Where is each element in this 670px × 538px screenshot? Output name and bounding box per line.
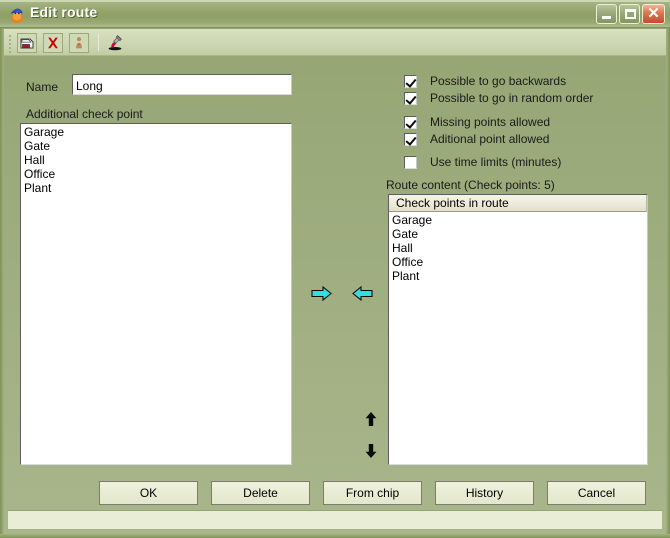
cancel-button[interactable]: Cancel [547,481,646,505]
name-label: Name [26,80,59,94]
route-content-label: Route content (Check points: 5) [386,178,555,192]
toolbar-grip[interactable] [9,35,12,53]
history-button[interactable]: History [435,481,534,505]
status-bar [7,510,663,530]
window-edge-right [666,28,670,538]
user-info-button[interactable] [69,33,89,53]
checkbox-label-missing-points: Missing points allowed [430,115,551,129]
hammer-icon [108,35,122,51]
minimize-icon [602,16,611,19]
close-icon: ✕ [647,5,660,22]
checkbox-backwards[interactable] [404,74,417,88]
ok-button-label: OK [139,486,158,500]
checkbox-label-additional-point: Aditional point allowed [430,132,550,146]
name-input[interactable] [72,74,292,95]
checkbox-row-random-order[interactable]: Possible to go in random order [404,91,593,105]
additional-check-point-label: Additional check point [26,107,143,121]
title-bar-highlight [0,0,670,2]
route-content-list[interactable]: Check points in route Garage Gate Hall Offi… [388,194,648,465]
checkbox-label-random-order: Possible to go in random order [430,91,594,105]
cancel-button-label: Cancel [577,486,616,500]
route-list-item[interactable]: Garage [391,213,647,227]
checkbox-label-time-limits: Use time limits (minutes) [430,155,562,169]
history-button-label: History [465,486,504,500]
move-up-button[interactable] [364,411,378,432]
column-header-check-points-in-route[interactable]: Check points in route [389,195,647,212]
arrow-right-icon [311,285,332,302]
additional-list-item[interactable]: Gate [23,139,291,153]
toolbar-separator [98,34,99,51]
ok-button[interactable]: OK [99,481,198,505]
tools-button[interactable] [105,33,125,53]
checkbox-label-backwards: Possible to go backwards [430,74,567,88]
route-list-item[interactable]: Office [391,255,647,269]
delete-button[interactable] [43,33,63,53]
checkbox-missing-points[interactable] [404,115,417,129]
arrow-up-icon [365,412,377,426]
additional-list-item[interactable]: Office [23,167,291,181]
maximize-icon [625,9,636,19]
window-title: Edit route [30,4,98,20]
maximize-button[interactable] [619,4,640,24]
route-list-items: Garage Gate Hall Office Plant [389,212,647,283]
arrow-down-icon [365,444,377,458]
checkbox-random-order[interactable] [404,91,417,105]
move-down-button[interactable] [364,443,378,464]
edit-route-window: Edit route ✕ Name Long Additional check … [0,0,670,538]
route-list-item[interactable]: Gate [391,227,647,241]
checkbox-row-backwards[interactable]: Possible to go backwards [404,74,566,88]
delete-button-bottom[interactable]: Delete [211,481,310,505]
window-edge-left [0,28,4,538]
additional-list-items: Garage Gate Hall Office Plant [21,124,291,195]
checkbox-time-limits[interactable] [404,155,417,169]
save-button[interactable] [17,33,37,53]
remove-from-route-button[interactable] [352,285,373,306]
user-info-icon [76,37,82,49]
checkbox-row-additional-point[interactable]: Aditional point allowed [404,132,549,146]
from-chip-button-label: From chip [345,486,400,500]
additional-list-item[interactable]: Plant [23,181,291,195]
title-bar: Edit route ✕ [0,0,670,28]
toolbar [4,29,666,56]
route-list-item[interactable]: Hall [391,241,647,255]
close-button[interactable]: ✕ [642,4,665,24]
additional-list-item[interactable]: Garage [23,125,291,139]
minimize-button[interactable] [596,4,617,24]
save-icon [20,38,34,49]
route-list-header: Check points in route [389,195,647,212]
delete-button-label: Delete [243,486,278,500]
additional-list-item[interactable]: Hall [23,153,291,167]
window-controls: ✕ [596,4,665,24]
window-edge-bottom [0,534,670,538]
checkbox-row-time-limits[interactable]: Use time limits (minutes) [404,155,561,169]
checkbox-row-missing-points[interactable]: Missing points allowed [404,115,550,129]
route-list-item[interactable]: Plant [391,269,647,283]
arrow-left-icon [352,285,373,302]
add-to-route-button[interactable] [311,285,332,306]
additional-check-point-list[interactable]: Garage Gate Hall Office Plant [20,123,292,465]
person-hat-icon [11,8,23,23]
from-chip-button[interactable]: From chip [323,481,422,505]
checkbox-additional-point[interactable] [404,132,417,146]
delete-icon [48,37,58,49]
